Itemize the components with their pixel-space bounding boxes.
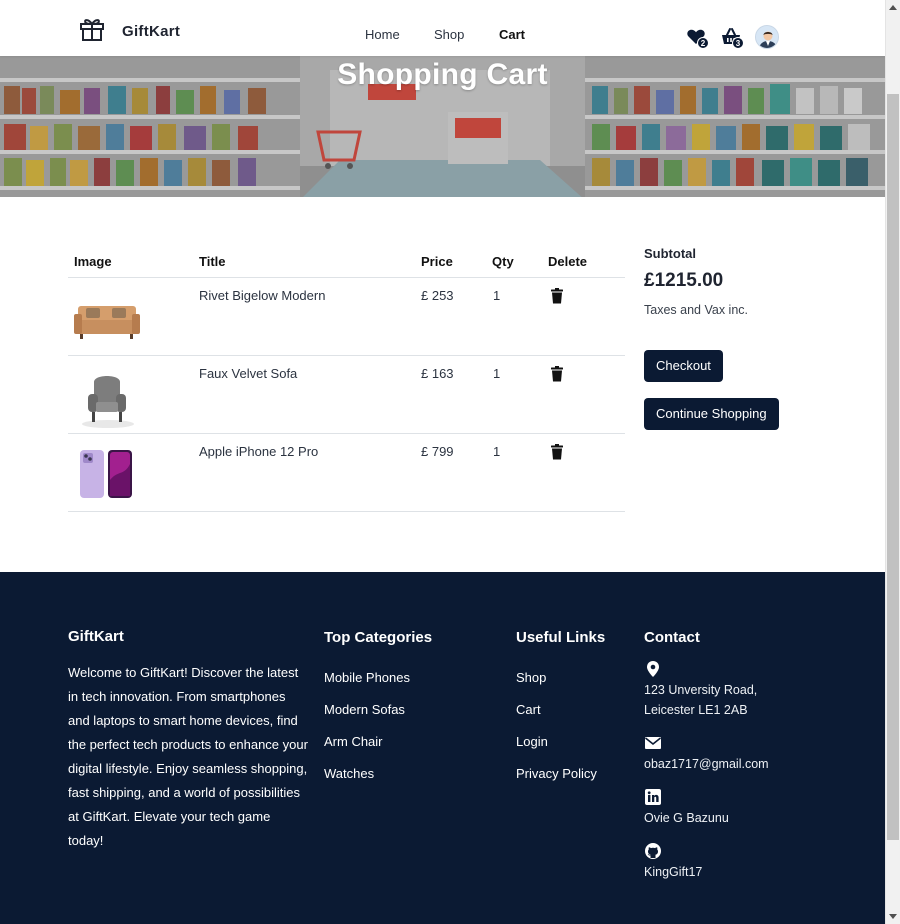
contact-email[interactable]: obaz1717@gmail.com [644, 734, 844, 774]
footer-category-link[interactable]: Arm Chair [324, 726, 432, 758]
subtotal-amount: £1215.00 [644, 270, 724, 291]
cart-item-title: Apple iPhone 12 Pro [199, 444, 319, 459]
contact-address: 123 Unversity Road, Leicester LE1 2AB [644, 660, 844, 720]
nav-cart-link[interactable]: Cart [499, 27, 525, 42]
github-icon [645, 843, 661, 859]
cart-summary: Subtotal £1215.00 Taxes and Vax inc. Che… [644, 246, 864, 430]
footer-category-link[interactable]: Watches [324, 758, 432, 790]
armchair-image [82, 376, 134, 428]
footer: GiftKart Welcome to GiftKart! Discover t… [0, 572, 885, 924]
location-pin-icon [647, 661, 659, 677]
contact-github[interactable]: KingGift17 [644, 842, 844, 882]
vertical-scrollbar[interactable] [885, 0, 900, 924]
cart-item-price: £ 163 [421, 366, 454, 381]
footer-link[interactable]: Shop [516, 662, 605, 694]
cart-item-qty: 1 [493, 288, 501, 303]
column-header-price: Price [421, 254, 453, 269]
cart-item-qty: 1 [493, 366, 501, 381]
user-avatar-icon [756, 26, 778, 48]
wishlist-count-badge: 2 [697, 37, 709, 49]
cart-item-price: £ 253 [421, 288, 454, 303]
footer-link[interactable]: Login [516, 726, 605, 758]
nav-home-link[interactable]: Home [365, 27, 400, 42]
cart-table-header: Image Title Price Qty Delete [68, 244, 625, 278]
sofa-image [74, 306, 140, 339]
github-text: KingGift17 [644, 865, 703, 879]
subtotal-label: Subtotal [644, 246, 696, 261]
basket-count-badge: 3 [732, 37, 744, 49]
linkedin-icon [645, 789, 661, 805]
address-line-2: Leicester LE1 2AB [644, 703, 748, 717]
page-title: Shopping Cart [337, 58, 548, 91]
user-avatar[interactable] [755, 25, 779, 49]
mail-icon [645, 737, 661, 749]
column-header-image: Image [74, 254, 112, 269]
contact-linkedin[interactable]: Ovie G Bazunu [644, 788, 844, 828]
trash-icon [551, 444, 563, 460]
cart-item-qty: 1 [493, 444, 501, 459]
phone-image [80, 450, 132, 498]
continue-shopping-button[interactable]: Continue Shopping [644, 398, 779, 430]
scroll-down-arrow-icon[interactable] [889, 914, 897, 919]
nav-shop-link[interactable]: Shop [434, 27, 464, 42]
footer-links-title: Useful Links [516, 629, 606, 646]
scroll-up-arrow-icon[interactable] [889, 5, 897, 10]
cart-row: Apple iPhone 12 Pro £ 799 1 [68, 434, 625, 512]
email-text: obaz1717@gmail.com [644, 757, 769, 771]
delete-item-button[interactable] [550, 444, 564, 463]
cart-row: Faux Velvet Sofa £ 163 1 [68, 356, 625, 434]
footer-about-text: Welcome to GiftKart! Discover the latest… [68, 665, 308, 848]
footer-contact-title: Contact [644, 629, 700, 646]
wishlist-button[interactable]: 2 [686, 26, 709, 49]
brand[interactable]: GiftKart [78, 19, 181, 42]
checkout-button[interactable]: Checkout [644, 350, 723, 382]
tax-note: Taxes and Vax inc. [644, 303, 748, 317]
cart-item-title: Rivet Bigelow Modern [199, 288, 326, 303]
footer-about: GiftKart Welcome to GiftKart! Discover t… [68, 628, 308, 853]
cart-item-price: £ 799 [421, 444, 454, 459]
footer-link[interactable]: Cart [516, 694, 605, 726]
cart-item-title: Faux Velvet Sofa [199, 366, 298, 381]
column-header-delete: Delete [548, 254, 588, 269]
delete-item-button[interactable] [550, 288, 564, 307]
cart-table: Image Title Price Qty Delete Rivet Bigel… [68, 244, 625, 512]
footer-link[interactable]: Privacy Policy [516, 758, 605, 790]
cart-row: Rivet Bigelow Modern £ 253 1 [68, 278, 625, 356]
scrollbar-thumb[interactable] [887, 94, 899, 840]
footer-contact: Contact 123 Unversity Road, Leicester LE… [644, 629, 844, 882]
delete-item-button[interactable] [550, 366, 564, 385]
footer-category-link[interactable]: Mobile Phones [324, 662, 432, 694]
footer-categories: Top Categories Mobile Phones Modern Sofa… [324, 629, 432, 790]
footer-brand: GiftKart [68, 628, 124, 645]
basket-button[interactable]: 3 [721, 26, 744, 49]
gift-icon [80, 19, 104, 41]
trash-icon [551, 288, 563, 304]
footer-categories-title: Top Categories [324, 629, 433, 646]
column-header-title: Title [199, 254, 226, 269]
brand-name: GiftKart [122, 22, 181, 40]
footer-category-link[interactable]: Modern Sofas [324, 694, 432, 726]
address-line-1: 123 Unversity Road, [644, 683, 758, 697]
navbar: GiftKart Home Shop Cart 2 3 [0, 0, 885, 56]
column-header-qty: Qty [492, 254, 514, 269]
page: GiftKart Home Shop Cart 2 3 Shopping Car… [0, 0, 885, 924]
footer-useful-links: Useful Links Shop Cart Login Privacy Pol… [516, 629, 605, 790]
trash-icon [551, 366, 563, 382]
linkedin-text: Ovie G Bazunu [644, 811, 729, 825]
